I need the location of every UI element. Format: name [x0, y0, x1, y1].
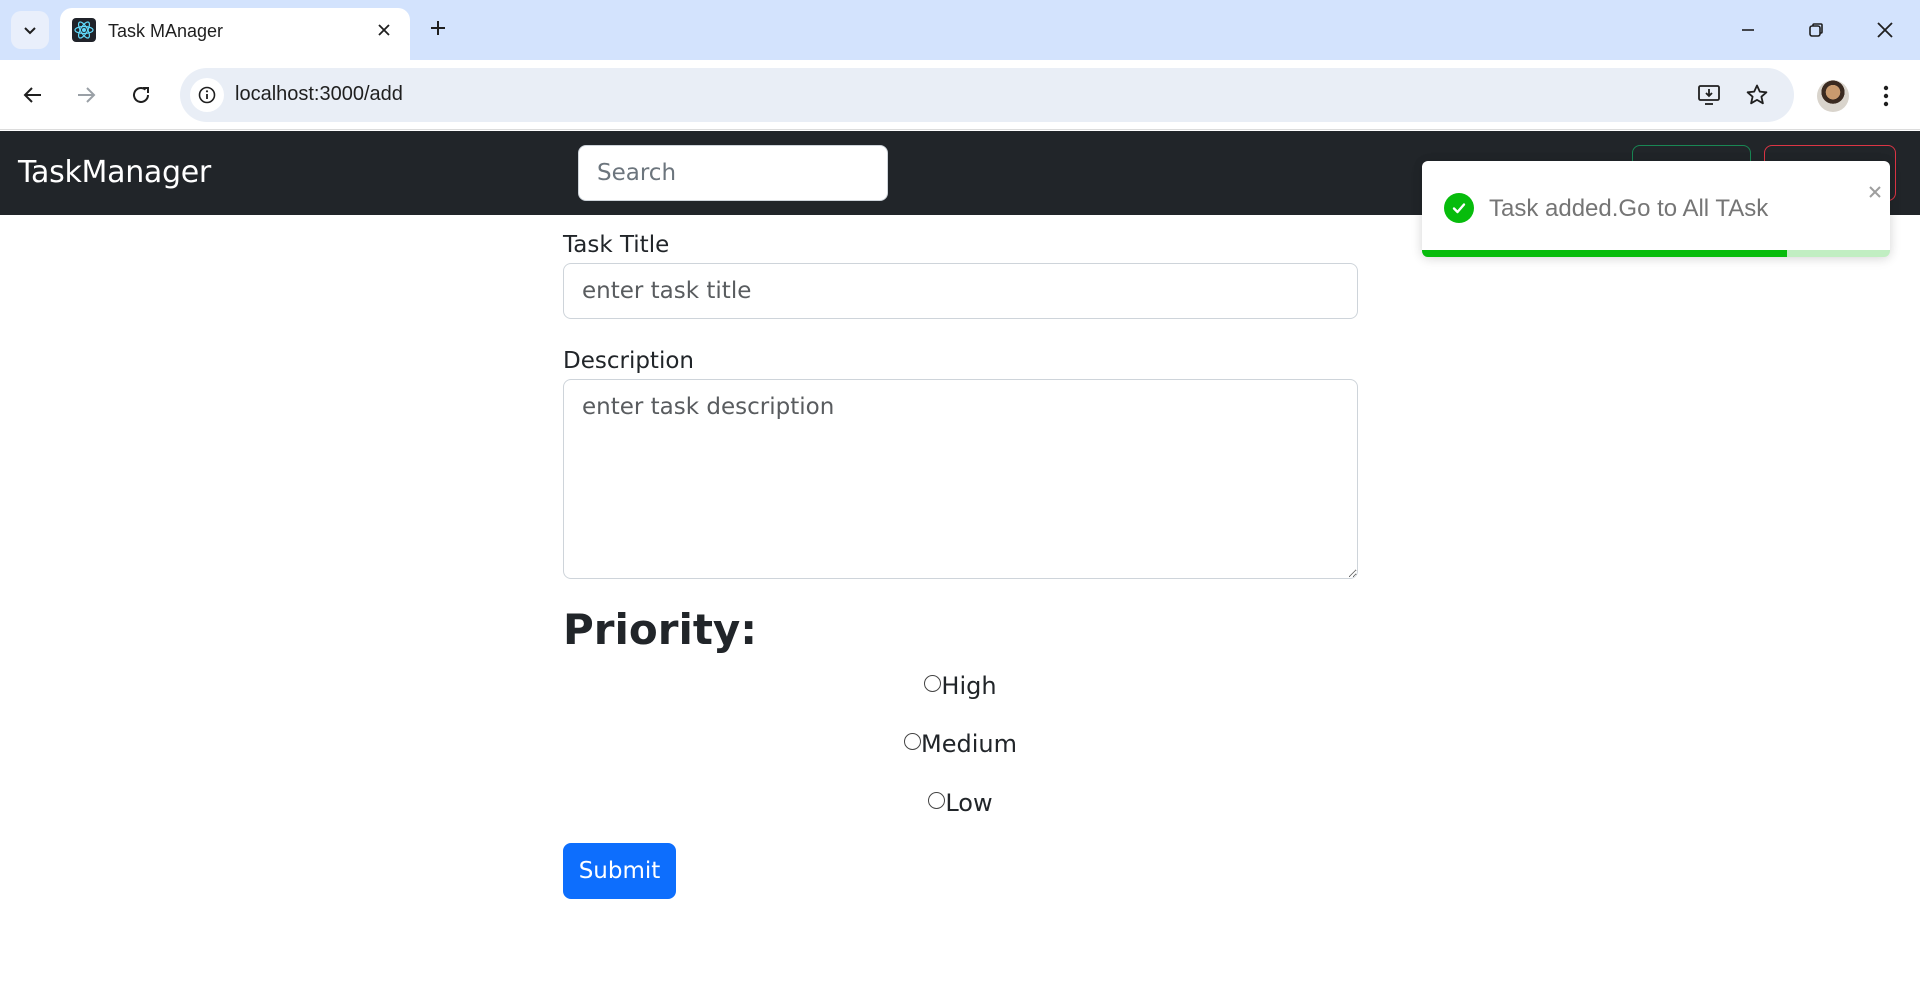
install-icon [1698, 85, 1720, 105]
priority-heading: Priority: [563, 605, 758, 654]
success-toast[interactable]: Task added.Go to All TAsk [1422, 161, 1890, 257]
radio-label-high: High [941, 672, 997, 700]
tab-title: Task MAnager [108, 21, 224, 41]
bookmark-button[interactable] [1743, 81, 1771, 109]
brand-logo[interactable]: TaskManager [18, 155, 211, 190]
radio-high[interactable] [924, 674, 942, 692]
info-icon [198, 86, 216, 104]
restore-button[interactable] [1796, 10, 1836, 50]
chevron-down-icon [24, 27, 36, 35]
tab-search-button[interactable] [11, 11, 49, 49]
close-window-button[interactable] [1865, 10, 1905, 50]
browser-tab-active[interactable]: Task MAnager [60, 8, 410, 60]
arrow-right-icon [78, 87, 96, 103]
search-input[interactable] [578, 145, 888, 201]
description-textarea[interactable] [563, 379, 1358, 579]
minimize-button[interactable] [1728, 10, 1768, 50]
new-tab-button[interactable] [422, 12, 454, 44]
close-icon [1877, 22, 1893, 38]
browser-menu-button[interactable] [1870, 80, 1902, 112]
restore-icon [1809, 23, 1823, 37]
back-button[interactable] [14, 76, 52, 114]
radio-medium[interactable] [904, 732, 922, 750]
radio-label-low: Low [945, 789, 993, 817]
priority-option-high[interactable]: High [563, 672, 1358, 700]
forward-button[interactable] [67, 76, 105, 114]
description-label: Description [563, 348, 694, 374]
radio-label-medium: Medium [921, 730, 1017, 758]
reload-icon [133, 86, 149, 103]
install-app-button[interactable] [1695, 81, 1723, 109]
check-circle-icon [1444, 193, 1474, 223]
url-text: localhost:3000/add [235, 83, 403, 105]
profile-avatar[interactable] [1817, 80, 1849, 112]
priority-option-low[interactable]: Low [563, 789, 1358, 817]
reload-button[interactable] [122, 76, 160, 114]
toast-progress-bar [1422, 250, 1788, 257]
browser-tabstrip: Task MAnager [0, 0, 1920, 60]
browser-toolbar: localhost:3000/add [0, 60, 1920, 130]
toast-message: Task added.Go to All TAsk [1489, 195, 1769, 222]
site-info-button[interactable] [190, 78, 224, 112]
close-icon [1869, 186, 1881, 198]
task-title-input[interactable] [563, 263, 1358, 319]
react-favicon-icon [72, 18, 96, 42]
toast-progress-track [1422, 250, 1890, 257]
close-icon [378, 24, 390, 36]
address-bar[interactable]: localhost:3000/add [180, 68, 1794, 122]
arrow-left-icon [23, 87, 41, 103]
submit-button[interactable]: Submit [563, 843, 676, 899]
plus-icon [431, 21, 445, 35]
kebab-menu-icon [1883, 85, 1889, 107]
task-title-label: Task Title [563, 232, 670, 258]
radio-low[interactable] [928, 791, 946, 809]
toast-close-button[interactable] [1866, 183, 1884, 201]
star-icon [1746, 84, 1768, 105]
priority-option-medium[interactable]: Medium [563, 730, 1358, 758]
minimize-icon [1742, 29, 1754, 31]
tab-close-button[interactable] [372, 18, 396, 42]
